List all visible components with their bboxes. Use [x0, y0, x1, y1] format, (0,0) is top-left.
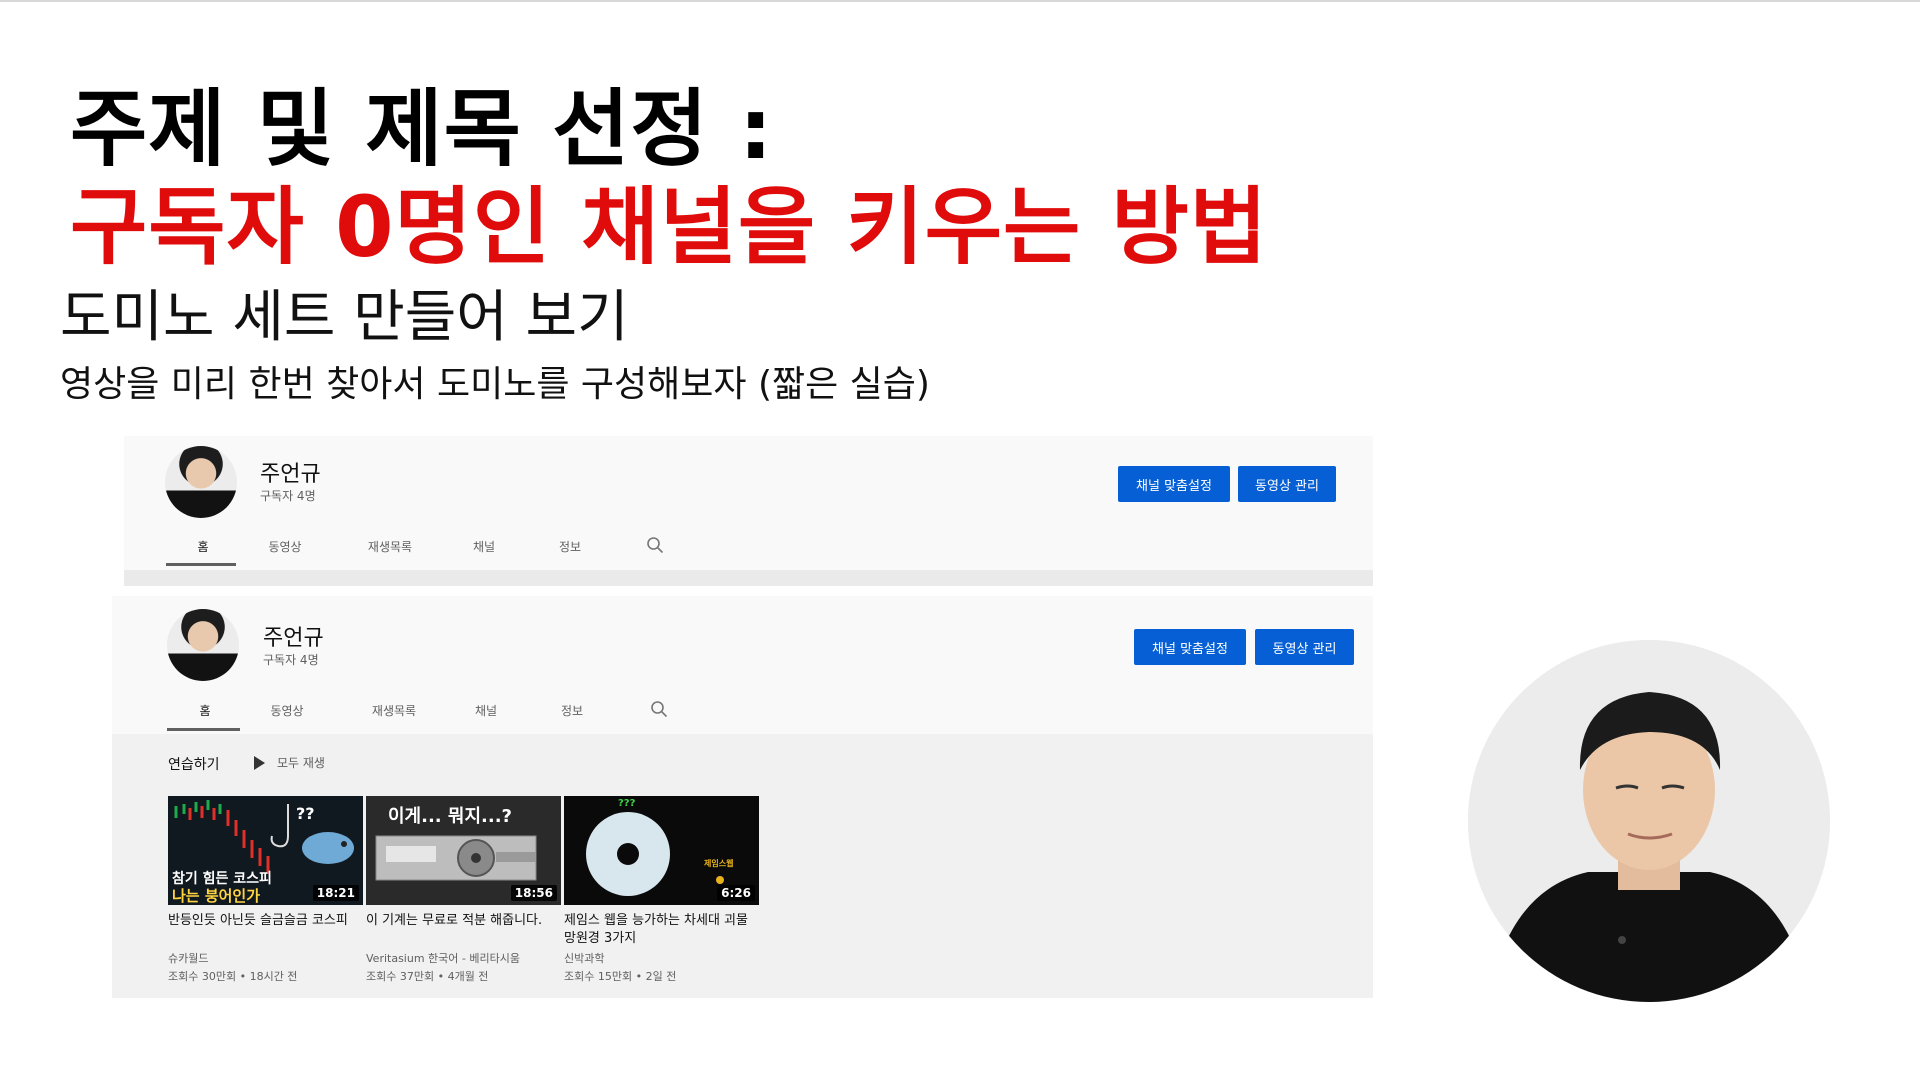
shelf-title[interactable]: 연습하기 [168, 754, 220, 774]
subscriber-count: 구독자 4명 [260, 489, 316, 503]
video-thumbnail-1[interactable]: ?? 참기 힘든 코스피 나는 붕어인가 18:21 [168, 796, 363, 905]
tab-channels[interactable]: 채널 [466, 702, 506, 719]
customize-channel-button[interactable]: 채널 맞춤설정 [1118, 466, 1230, 502]
video-title-2[interactable]: 이 기계는 무료로 적분 해줍니다. [366, 912, 561, 930]
tab-playlists[interactable]: 재생목록 [364, 702, 424, 719]
video-channel-3[interactable]: 신박과학 [564, 950, 764, 968]
presenter-illustration [1468, 640, 1830, 1002]
manage-videos-button[interactable]: 동영상 관리 [1255, 629, 1354, 665]
video-meta-1: 조회수 30만회 • 18시간 전 [168, 970, 298, 983]
slide-title-line2: 구독자 0명인 채널을 키우는 방법 [70, 178, 1269, 276]
presenter-webcam [1468, 640, 1830, 1002]
channel-header-screenshot: 주언규 구독자 4명 채널 맞춤설정 동영상 관리 홈 동영상 재생목록 채널 … [124, 436, 1373, 586]
avatar[interactable] [167, 609, 239, 681]
channel-name: 주언규 [260, 462, 321, 487]
slide-subtitle: 도미노 세트 만들어 보기 [60, 285, 629, 350]
video-duration: 18:56 [510, 885, 557, 901]
video-duration: 6:26 [717, 885, 755, 901]
video-meta-3: 조회수 15만회 • 2일 전 [564, 970, 677, 983]
thumb-caption-line2: 나는 붕어인가 [172, 887, 261, 905]
search-icon[interactable] [650, 700, 668, 718]
tab-videos[interactable]: 동영상 [260, 538, 310, 555]
video-duration: 18:21 [312, 885, 359, 901]
search-icon[interactable] [646, 536, 664, 554]
tab-videos[interactable]: 동영상 [262, 702, 312, 719]
top-divider [0, 0, 1920, 2]
subscriber-count: 구독자 4명 [263, 653, 319, 667]
thumb-caption: 이게... 뭐지...? [388, 806, 512, 827]
active-tab-indicator [166, 563, 236, 566]
play-icon [254, 755, 265, 770]
thumb-question-marks: ??? [618, 798, 636, 809]
content-strip [124, 570, 1373, 586]
video-meta-2: 조회수 37만회 • 4개월 전 [366, 970, 489, 983]
video-channel-2[interactable]: Veritasium 한국어 - 베리타시움 [366, 950, 566, 968]
tab-channels[interactable]: 채널 [464, 538, 504, 555]
video-thumbnail-2[interactable]: 이게... 뭐지...? 18:56 [366, 796, 561, 905]
tab-home[interactable]: 홈 [190, 702, 220, 719]
customize-channel-button[interactable]: 채널 맞춤설정 [1134, 629, 1246, 665]
avatar[interactable] [165, 446, 237, 518]
manage-videos-button[interactable]: 동영상 관리 [1238, 466, 1336, 502]
video-title-1[interactable]: 반등인듯 아닌듯 슬금슬금 코스피 [168, 912, 363, 930]
thumb-caption: 제임스웹 [704, 859, 734, 868]
slide-description: 영상을 미리 한번 찾아서 도미노를 구성해보자 (짧은 실습) [60, 364, 930, 405]
video-title-3[interactable]: 제임스 웹을 능가하는 차세대 괴물 망원경 3가지 [564, 912, 759, 948]
tab-about[interactable]: 정보 [550, 538, 590, 555]
tab-about[interactable]: 정보 [552, 702, 592, 719]
play-all-label: 모두 재생 [277, 756, 325, 770]
tab-playlists[interactable]: 재생목록 [360, 538, 420, 555]
channel-home-screenshot: 주언규 구독자 4명 채널 맞춤설정 동영상 관리 홈 동영상 재생목록 채널 … [112, 596, 1373, 998]
play-all-button[interactable]: 모두 재생 [254, 754, 325, 771]
active-tab-indicator [167, 728, 240, 731]
channel-name: 주언규 [263, 626, 324, 651]
thumb-question-marks: ?? [296, 804, 315, 823]
video-channel-1[interactable]: 슈카월드 [168, 950, 368, 968]
video-thumbnail-3[interactable]: ??? 제임스웹 6:26 [564, 796, 759, 905]
tab-home[interactable]: 홈 [188, 538, 218, 555]
